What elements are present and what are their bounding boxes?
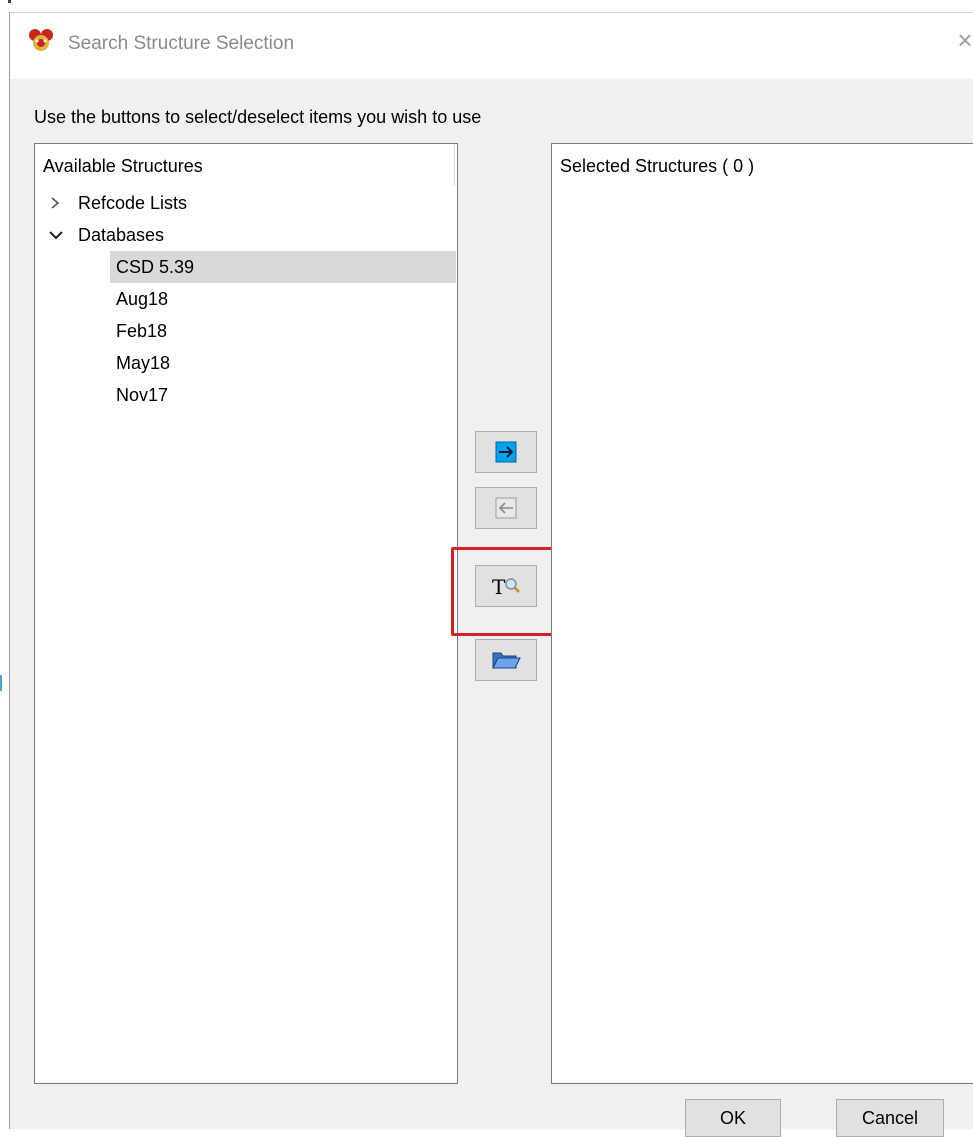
available-structures-header[interactable]: Available Structures <box>35 144 455 186</box>
svg-text:T: T <box>492 575 506 597</box>
tree-node-label: Refcode Lists <box>78 193 188 213</box>
database-item-nov17[interactable]: Nov17 <box>110 379 456 411</box>
top-strip <box>0 0 973 12</box>
title-bar[interactable]: Search Structure Selection × <box>10 13 973 79</box>
selected-structures-header[interactable]: Selected Structures ( 0 ) <box>552 144 973 186</box>
database-item-feb18[interactable]: Feb18 <box>110 315 456 347</box>
app-logo-icon <box>29 29 53 51</box>
database-item-may18[interactable]: May18 <box>110 347 456 379</box>
search-structure-dialog: Search Structure Selection × Use the but… <box>9 12 973 1137</box>
tree-node-refcode-lists[interactable]: Refcode Lists <box>35 187 455 219</box>
chevron-right-icon[interactable] <box>49 187 63 219</box>
cancel-button[interactable]: Cancel <box>836 1099 944 1137</box>
ok-button[interactable]: OK <box>685 1099 781 1137</box>
edge-mark <box>0 675 2 691</box>
tree-node-databases[interactable]: Databases <box>35 219 455 251</box>
arrow-left-icon <box>495 497 517 519</box>
folder-open-icon <box>492 652 521 669</box>
available-structures-panel[interactable]: Available Structures Refcode Lists Datab… <box>34 143 458 1084</box>
chevron-down-icon[interactable] <box>49 219 63 251</box>
text-search-button[interactable]: T <box>475 565 537 607</box>
selected-structures-panel[interactable]: Selected Structures ( 0 ) <box>551 143 973 1084</box>
database-item-csd[interactable]: CSD 5.39 <box>110 251 456 283</box>
remove-selection-button[interactable] <box>475 487 537 529</box>
strip-mark <box>8 0 11 3</box>
tree-node-label: Databases <box>78 225 165 245</box>
close-button[interactable]: × <box>950 25 973 55</box>
database-item-aug18[interactable]: Aug18 <box>110 283 456 315</box>
window-title: Search Structure Selection <box>68 33 295 54</box>
arrow-right-icon <box>495 441 517 463</box>
text-search-icon: T <box>492 575 521 597</box>
add-selection-button[interactable] <box>475 431 537 473</box>
open-file-button[interactable] <box>475 639 537 681</box>
instruction-text: Use the buttons to select/deselect items… <box>34 107 482 127</box>
